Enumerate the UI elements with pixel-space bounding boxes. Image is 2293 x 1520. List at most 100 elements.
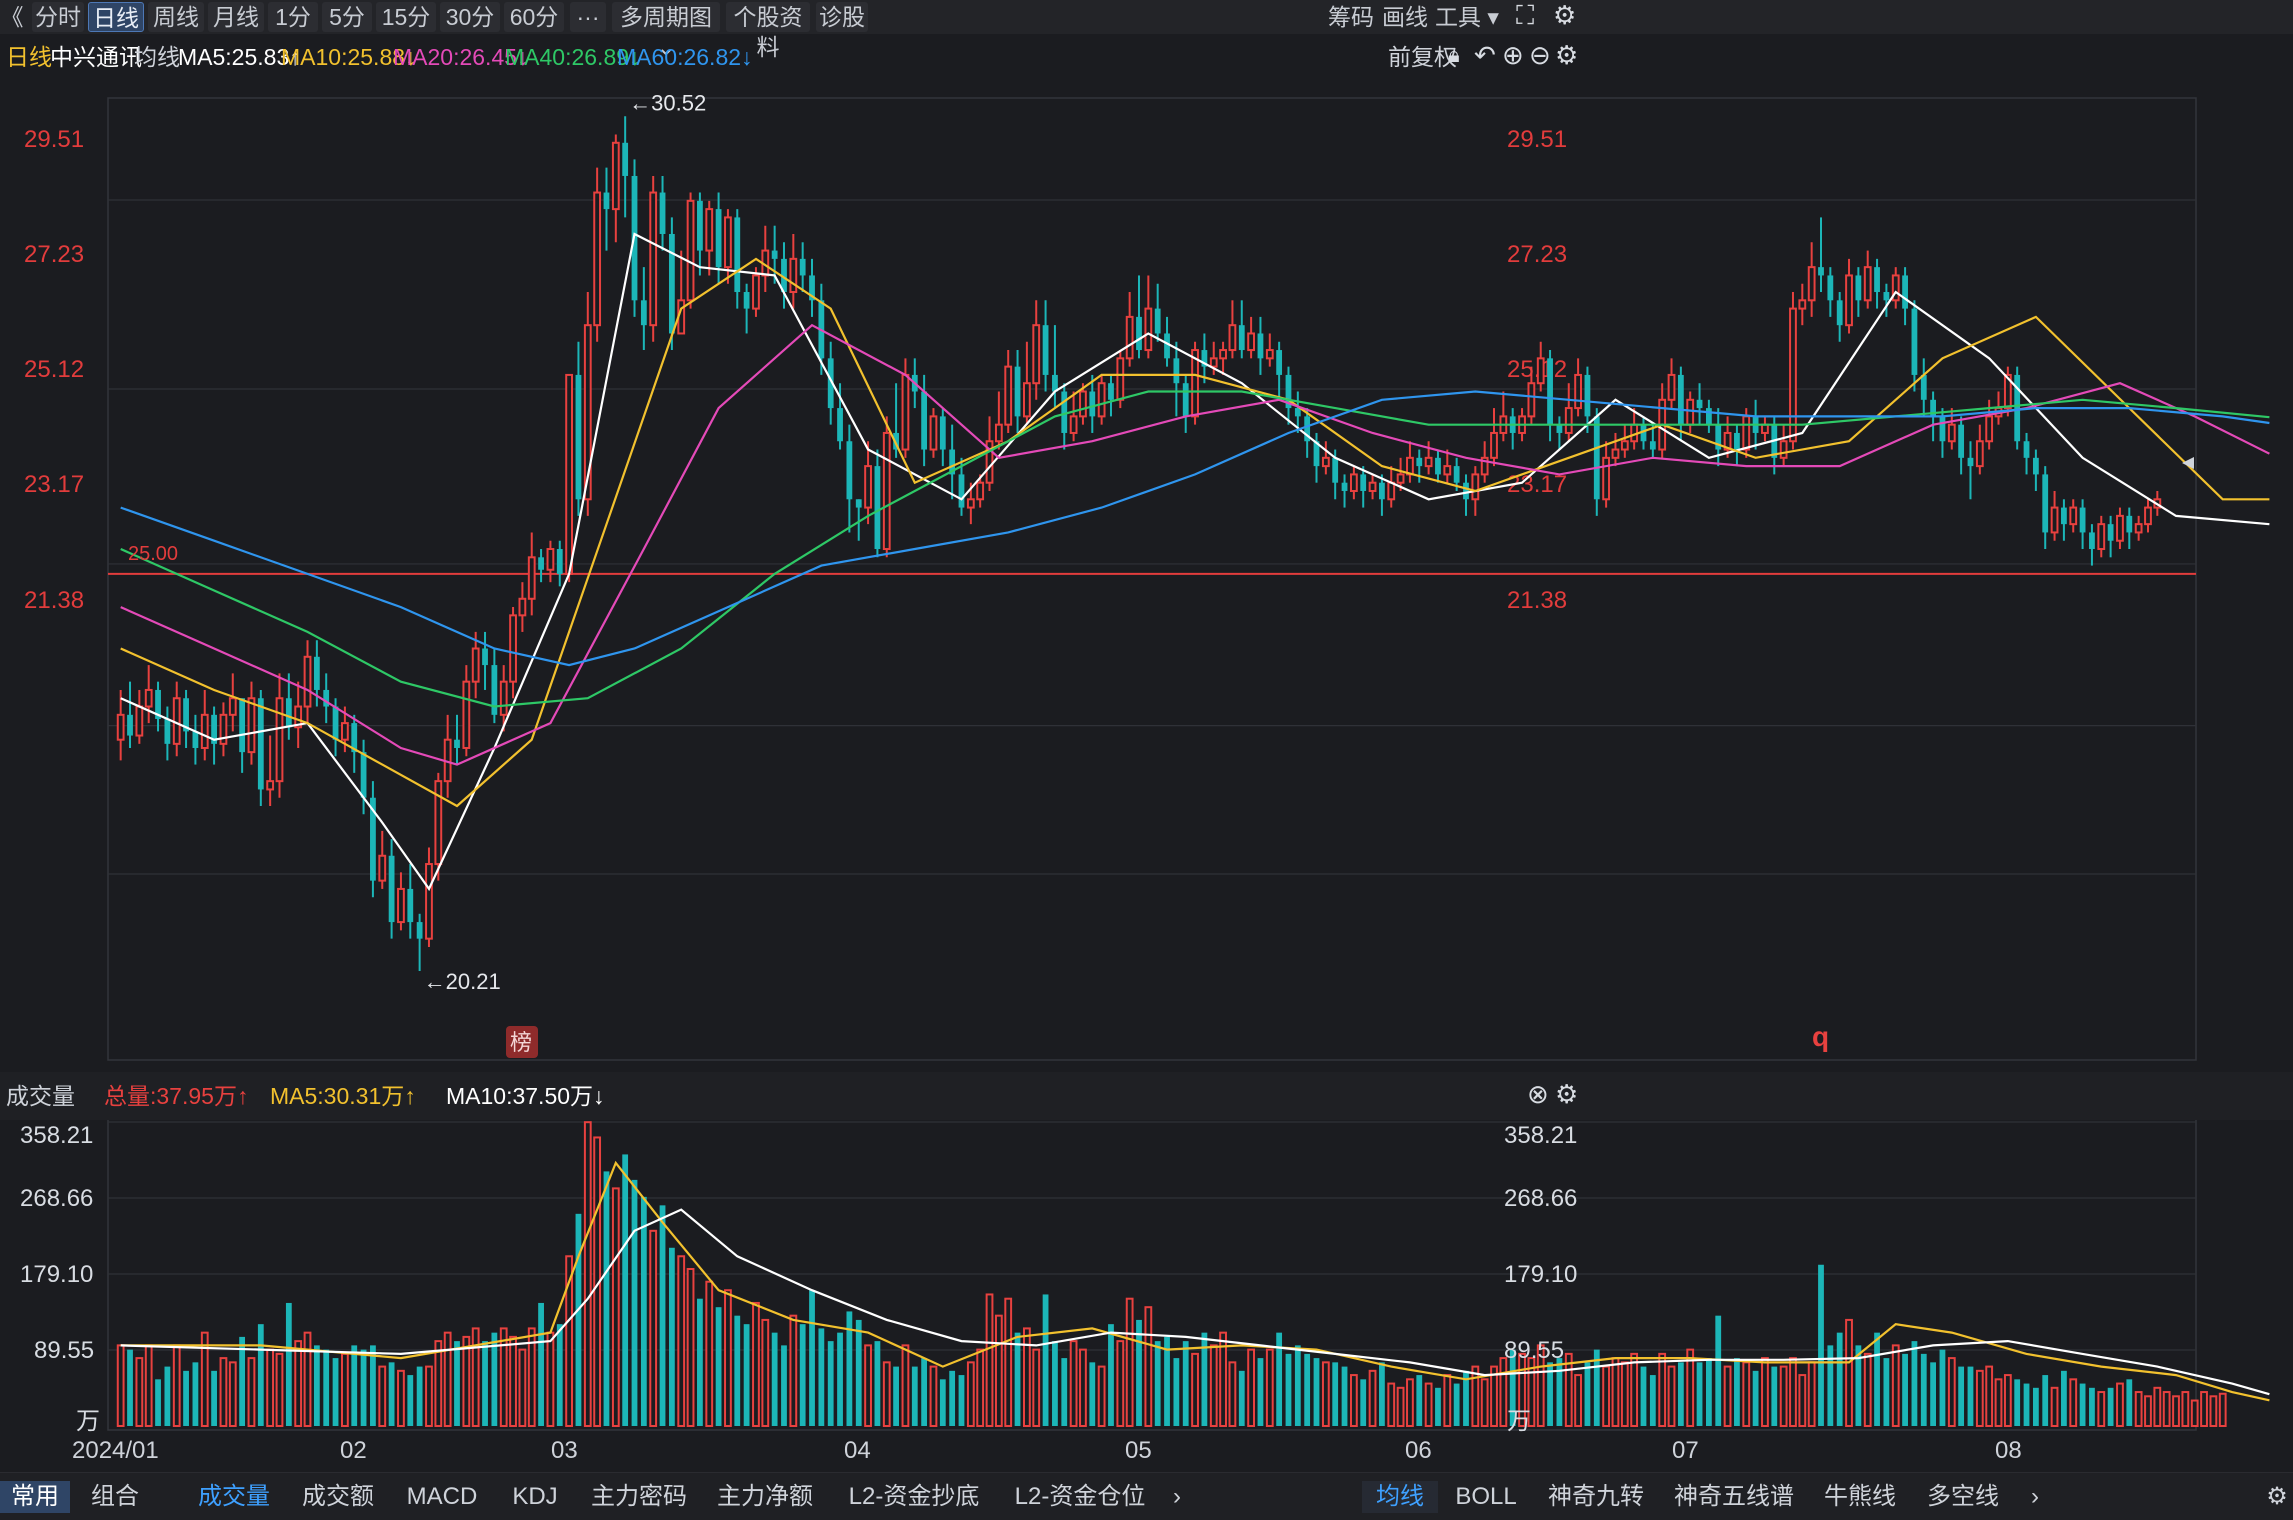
- candle-body-up: [1985, 415, 1994, 443]
- candle-body-up: [228, 697, 237, 716]
- volume-bar-up: [247, 1357, 256, 1427]
- volume-bar-down: [360, 1349, 367, 1426]
- candle-body-up: [340, 722, 349, 741]
- candle-body-up: [1368, 481, 1377, 492]
- candle-body-down: [1453, 466, 1460, 483]
- volume-bar-down: [192, 1362, 199, 1426]
- candle-body-down: [939, 416, 946, 450]
- volume-bar-down: [1911, 1341, 1918, 1426]
- volume-bar-up: [1368, 1369, 1377, 1427]
- tab-common[interactable]: 常用: [0, 1481, 70, 1513]
- overlay-ma[interactable]: 均线: [1362, 1481, 1438, 1513]
- volume-bar-down: [155, 1379, 161, 1426]
- volume-bar-down: [1640, 1366, 1647, 1426]
- volume-bar-down: [2089, 1387, 2095, 1426]
- current-price-pointer: [2182, 457, 2194, 469]
- candle-body-down: [1939, 416, 1946, 442]
- volume-bar-up: [1396, 1386, 1405, 1427]
- overlay-magic-nine[interactable]: 神奇九转: [1538, 1481, 1654, 1513]
- volume-bar-up: [219, 1357, 228, 1427]
- indicator-l2-position[interactable]: L2-资金仓位: [1002, 1481, 1158, 1513]
- overlay-more-icon[interactable]: ›: [2020, 1481, 2050, 1513]
- candle-body-up: [882, 431, 891, 551]
- volume-bar-up: [200, 1331, 209, 1428]
- date-tick: 06: [1405, 1437, 1432, 1464]
- candle-body-down: [1341, 482, 1348, 491]
- candle-body-down: [1958, 424, 1965, 458]
- candle-body-up: [527, 556, 536, 600]
- candle-body-up: [1247, 332, 1256, 352]
- candle-body-up: [649, 191, 658, 327]
- candle-body-up: [1079, 390, 1087, 418]
- candle-body-up: [1574, 373, 1582, 410]
- indicator-settings-icon[interactable]: ⚙: [1555, 1079, 1578, 1110]
- volume-bar-down: [1332, 1362, 1339, 1426]
- indicator-l2-bottom[interactable]: L2-资金抄底: [836, 1481, 992, 1513]
- candle-body-down: [659, 192, 666, 234]
- volume-bar-down: [313, 1345, 320, 1426]
- candle-body-down: [1089, 391, 1096, 417]
- volume-bar-down: [1939, 1349, 1946, 1426]
- volume-bar-down: [1958, 1366, 1965, 1426]
- close-indicator-icon[interactable]: ⊗: [1527, 1079, 1549, 1110]
- volume-bar-up: [1144, 1306, 1153, 1427]
- candle-body-down: [1547, 358, 1553, 425]
- ma60-line: [120, 390, 2270, 667]
- volume-bar-up: [1079, 1348, 1087, 1428]
- volume-bar-up: [2097, 1391, 2106, 1428]
- volume-bar-up: [1891, 1344, 1900, 1428]
- overlay-long-short[interactable]: 多空线: [1916, 1481, 2010, 1513]
- indicator-kdj[interactable]: KDJ: [498, 1481, 572, 1513]
- candle-body-down: [640, 300, 647, 326]
- candle-body-up: [705, 208, 714, 252]
- bottom-settings-icon[interactable]: ⚙: [2262, 1481, 2292, 1513]
- volume-bar-up: [1022, 1327, 1031, 1427]
- volume-bar-down: [388, 1362, 395, 1426]
- volume-bar-down: [1136, 1319, 1142, 1426]
- volume-bar-up: [2050, 1386, 2059, 1427]
- candle-body-down: [1435, 457, 1441, 475]
- volume-bar-down: [1379, 1362, 1385, 1426]
- candle-body-down: [1238, 325, 1245, 351]
- volume-tick-right: 179.10: [1504, 1261, 1578, 1288]
- tab-combo[interactable]: 组合: [78, 1481, 152, 1513]
- candle-body-up: [546, 548, 555, 571]
- volume-bar-down: [1715, 1315, 1722, 1426]
- candle-body-down: [1696, 399, 1703, 409]
- volume-unit-right: 万: [1507, 1408, 1531, 1435]
- candle-body-down: [874, 466, 881, 550]
- volume-bar-up: [116, 1344, 125, 1428]
- indicator-main-code[interactable]: 主力密码: [584, 1481, 694, 1513]
- candle-body-up: [864, 465, 872, 509]
- candle-body-down: [837, 408, 843, 442]
- candle-body-down: [1042, 325, 1049, 375]
- candle-body-up: [2116, 514, 2124, 542]
- volume-bar-up: [518, 1348, 527, 1428]
- volume-bar-down: [668, 1247, 675, 1426]
- candle-body-down: [1014, 366, 1021, 417]
- overlay-bull-bear[interactable]: 牛熊线: [1814, 1481, 1906, 1513]
- ma40-line: [120, 390, 2270, 708]
- indicator-more-icon[interactable]: ›: [1162, 1481, 1192, 1513]
- indicator-main-net[interactable]: 主力净额: [710, 1481, 820, 1513]
- volume-bar-down: [1257, 1358, 1264, 1426]
- indicator-turnover[interactable]: 成交额: [292, 1481, 384, 1513]
- volume-bar-down: [1920, 1353, 1927, 1426]
- candle-body-up: [2050, 506, 2059, 534]
- candle-body-down: [2107, 524, 2114, 541]
- volume-bar-up: [976, 1348, 985, 1428]
- candlestick-chart[interactable]: 25.00 ←30.52 ←20.21 榜 q: [0, 0, 2293, 1519]
- volume-bar-up: [303, 1331, 312, 1428]
- candle-body-up: [1471, 473, 1480, 501]
- volume-bar-down: [659, 1205, 666, 1426]
- candle-body-up: [1144, 307, 1153, 352]
- volume-bar-up: [1349, 1374, 1358, 1428]
- volume-bar-up: [864, 1344, 872, 1428]
- candle-body-up: [275, 697, 284, 783]
- overlay-magic-five[interactable]: 神奇五线谱: [1664, 1481, 1804, 1513]
- volume-bar-down: [771, 1332, 778, 1426]
- indicator-volume[interactable]: 成交量: [188, 1481, 280, 1513]
- indicator-macd[interactable]: MACD: [396, 1481, 488, 1513]
- overlay-boll[interactable]: BOLL: [1446, 1481, 1526, 1513]
- volume-bar-up: [425, 1365, 433, 1427]
